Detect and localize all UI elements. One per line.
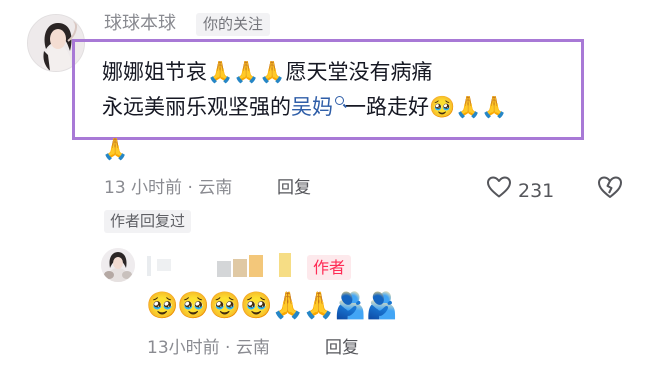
comment-text-line2: 永远美丽乐观坚强的吴妈 一路走好🥹🙏🙏 — [102, 92, 507, 122]
search-icon[interactable] — [335, 96, 344, 105]
author-replied-tag: 作者回复过 — [104, 210, 192, 233]
reply-to-reply-button[interactable]: 回复 — [325, 336, 359, 360]
comment-time-location: 13 小时前 · 云南 — [104, 178, 233, 198]
reply-text: 🥹🥹🥹🥹🙏🙏🫂🫂 — [146, 291, 398, 321]
comment-highlight-box — [72, 39, 584, 140]
dislike-button[interactable] — [596, 174, 624, 204]
comment-text-line1: 娜娜姐节哀🙏🙏🙏愿天堂没有病痛 — [102, 60, 433, 84]
mention-link[interactable]: 吴妈 — [291, 95, 333, 119]
comment-text-line3: 🙏 — [102, 137, 129, 161]
like-count: 231 — [518, 179, 555, 202]
reply-button[interactable]: 回复 — [277, 176, 311, 200]
like-button[interactable]: 231 — [486, 175, 554, 206]
follow-badge: 你的关注 — [196, 13, 271, 36]
broken-heart-icon — [596, 176, 624, 204]
comment-text-line2-end: 一路走好🥹🙏🙏 — [345, 95, 508, 119]
reply-author-avatar[interactable] — [101, 248, 135, 282]
reply-author-name-redacted[interactable] — [147, 253, 297, 283]
comment-text-line2-start: 永远美丽乐观坚强的 — [102, 95, 291, 119]
reply-time-location: 13小时前 · 云南 — [147, 338, 270, 358]
commenter-username[interactable]: 球球本球 — [104, 10, 176, 38]
heart-outline-icon — [486, 175, 512, 206]
author-badge: 作者 — [307, 255, 352, 280]
